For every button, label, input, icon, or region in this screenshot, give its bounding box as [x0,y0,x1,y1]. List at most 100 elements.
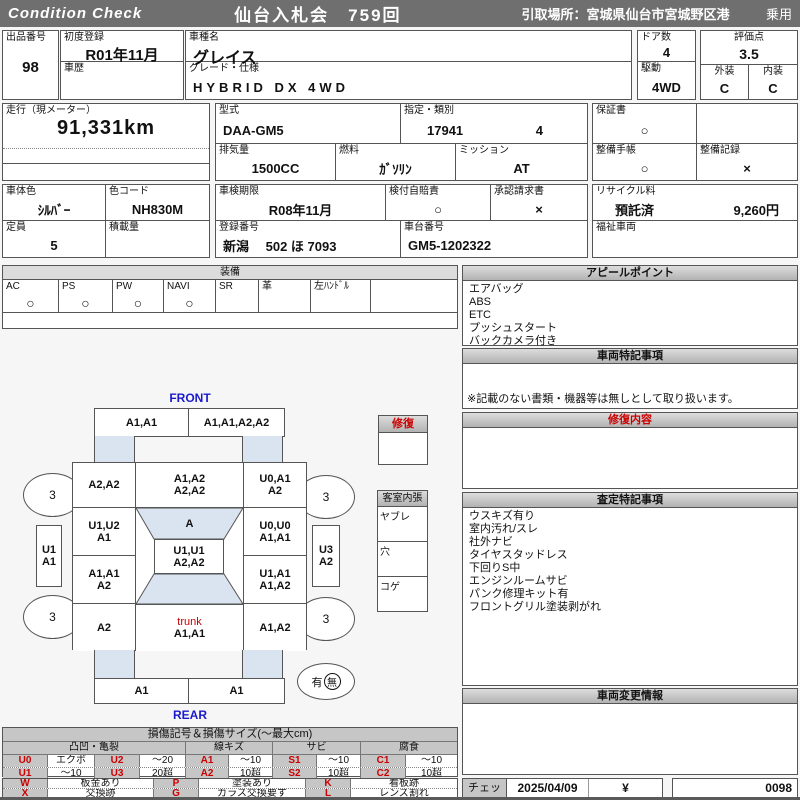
assessment-item: ウスキズ有り [469,510,535,522]
appeal-item: バックカメラ付き [469,335,557,347]
change-info-panel: 車両変更情報 [462,688,798,775]
cabin-interior-row-hole: 穴 [378,542,427,577]
legend-code: A1 [186,755,229,767]
equipment-col-lhd: 左ﾊﾝﾄﾞﾙ [311,280,371,312]
exhibit-no-label: 出品番号 [6,32,46,43]
equipment-col-pw: PW ○ [113,280,164,312]
class-value-2: 4 [535,122,543,138]
mileage-value: 91,331km [56,117,156,139]
equipment-mark [259,293,310,312]
appeal-title: アピールポイント [463,266,797,281]
legend-code: U2 [95,755,140,767]
appeal-panel: アピールポイント エアバッグ ABS ETC プッシュスタート バックカメラ付き [462,265,798,347]
roof: U1,U1 A2,A2 [154,539,224,574]
trunk-value: A1,A1 [173,628,206,640]
legend-desc: 〜10 [317,755,361,767]
vehicle-notes-footnote: ※記載のない書類・機器等は無しとして取り扱います。 [467,393,739,405]
vehicle-notes-panel: 車両特記事項 ※記載のない書類・機器等は無しとして取り扱います。 [462,348,798,409]
equipment-mark [216,293,258,312]
legend-desc: 板金あり [48,779,154,788]
first-reg-label: 初度登録 [64,32,104,43]
cabin-interior-row-tear: ヤブレ [378,507,427,542]
cabin-interior-row-burn: コゲ [380,582,400,593]
reg-no-value: 新潟 502 ほ 7093 [223,239,337,254]
fender-rear-right: A1,A2 [243,604,306,651]
color-code-value: NH830M [131,201,184,217]
score-cell: 評価点 3.5 外装 C 内装 C [700,30,798,100]
welfare-value [593,234,797,257]
drive-label: 駆動 [641,63,661,74]
equipment-mark: ○ [185,294,194,311]
divider [3,163,209,164]
rear-bumper: A1 A1 [94,678,285,704]
equipment-title: 装備 [3,266,457,280]
score-value: 3.5 [739,46,759,62]
mission-value: AT [513,161,530,176]
displacement-label: 排気量 [219,145,249,156]
exterior-label: 外装 [714,66,735,77]
brand-logo: Condition Check [8,5,143,22]
equipment-col-leather: 革 [259,280,311,312]
maintenance-book-label: 整備手帳 [596,145,636,156]
check-sign: ¥ [622,781,629,795]
fuel-value: ｶﾞｿﾘﾝ [379,162,412,177]
model-code-group: 型式 DAA-GM5 指定・類別 17941 4 排気量 1500CC 燃料 ｶ… [215,103,588,181]
front-bumper-right: A1,A1,A2,A2 [203,416,270,429]
assessment-title: 査定特記事項 [463,493,797,508]
check-date: 2025/04/09 [507,779,589,797]
reg-no-label: 登録番号 [219,222,259,233]
equipment-label: 左ﾊﾝﾄﾞﾙ [314,281,349,292]
equipment-mark: ○ [133,294,143,311]
assessment-item: 室内汚れ/スレ [469,523,539,535]
recycle-status: 預託済 [615,202,655,218]
model-code-label: 型式 [219,105,239,116]
assessment-panel: 査定特記事項 ウスキズ有り 室内汚れ/スレ 社外ナビ タイヤスタッドレス 下回り… [462,492,798,686]
score-label: 評価点 [734,32,764,43]
maintenance-record-label: 整備記録 [700,145,740,156]
trunk-label: trunk [177,616,202,628]
appeal-item: ABS [469,296,492,308]
interior-label: 内装 [763,66,783,77]
wheel-mark: 3 [322,490,330,504]
fuel-label: 燃料 [339,145,359,156]
warranty-label: 保証書 [596,105,626,116]
vehicle-notes-title: 車両特記事項 [463,349,797,364]
assessment-item: タイヤスタッドレス [469,549,568,561]
model-code-value: DAA-GM5 [223,122,284,138]
equipment-label: 革 [262,281,272,292]
doors-label: ドア数 [641,32,671,43]
equipment-label: NAVI [167,281,190,292]
equipment-col-ps: PS ○ [59,280,113,312]
trunk: trunk A1,A1 [136,604,243,651]
chassis-value: GM5-1202322 [408,238,492,253]
empty-cell [697,104,797,143]
change-info-title: 車両変更情報 [463,689,797,704]
pillar-connector-front-left [94,436,135,463]
windshield: A [185,517,194,530]
check-label: チェック [463,779,507,797]
door-rear-left: A1,A1 A2 [73,556,136,604]
door-rear-right: U1,A1 A1,A2 [243,556,306,604]
legend-table: 損傷記号＆損傷サイズ(〜最大cm) 凸凹・亀裂 線キズ サビ 腐食 U0 エクボ… [2,727,458,780]
appeal-item: プッシュスタート [469,322,557,334]
assessment-item: 社外ナビ [469,536,513,548]
front-bumper: A1,A1 A1,A1,A2,A2 [94,408,285,437]
assessment-item: エンジンルームサビ [469,575,568,587]
displacement-value: 1500CC [251,161,300,176]
side-sill-left: U1 A1 [36,525,62,587]
assessment-item: フロントグリル塗装剥がれ [469,601,601,613]
fender-front-right: U0,A1 A2 [243,463,306,508]
equipment-mark: ○ [26,294,35,311]
equipment-empty-row [3,313,457,329]
recycle-fee: 9,260円 [733,202,779,218]
equipment-mark [311,293,370,312]
front-label: FRONT [169,391,211,405]
model-label: 車種名 [189,32,219,43]
repair-content-panel: 修復内容 [462,412,798,489]
wheel-mark: 3 [49,488,56,502]
equipment-col-navi: NAVI ○ [164,280,216,312]
spare-has: 有 [311,676,323,689]
title-bar: Condition Check 仙台入札会 759回 引取場所：宮城県仙台市宮城… [0,0,800,27]
pillar-connector-front-right [242,436,283,463]
divider [3,148,209,149]
